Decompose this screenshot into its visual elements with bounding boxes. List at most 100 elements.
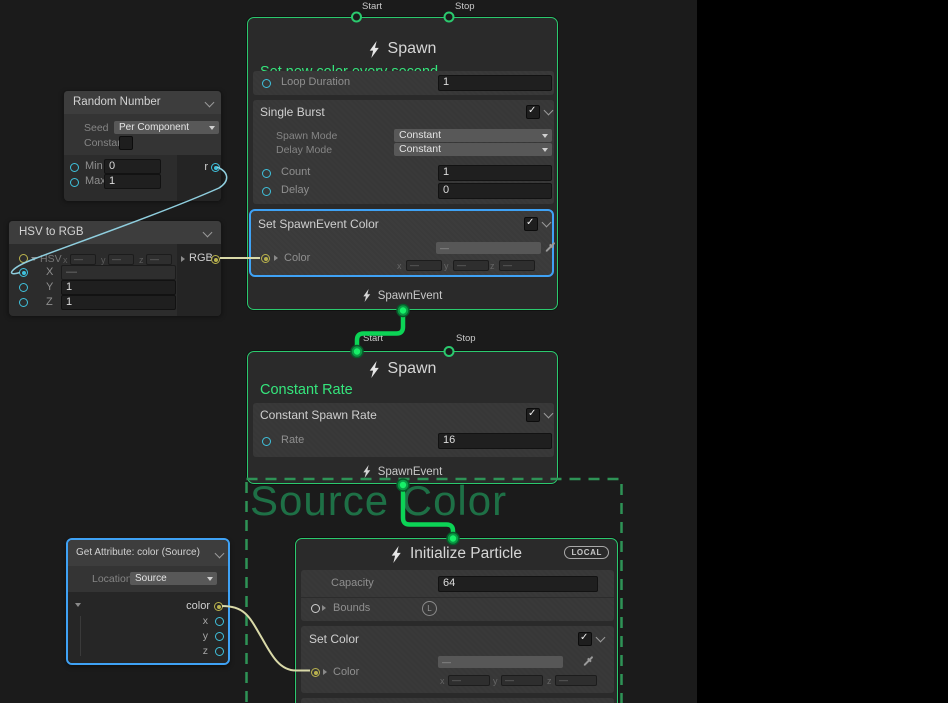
hsv-z-label: z [139,255,144,265]
loop-duration-port[interactable] [262,79,271,88]
expand-right-icon[interactable] [323,669,327,675]
y-output-port[interactable] [215,632,224,641]
expand-right-icon[interactable] [322,605,326,611]
location-value: Source [135,573,167,584]
expander-icon[interactable] [75,603,81,607]
x-component-field[interactable]: — [406,260,442,271]
eyedropper-icon[interactable] [582,655,594,667]
seed-dropdown[interactable]: Per Component [114,121,219,134]
x-component-label: x [440,676,445,686]
spawn-context-1[interactable]: Spawn Set new color every second Loop Du… [247,17,558,310]
location-label: Location [92,573,132,585]
z-input[interactable]: 1 [61,295,176,310]
chevron-down-icon[interactable] [205,98,215,108]
chevron-down-icon[interactable] [544,409,554,419]
z-input-port[interactable] [19,298,28,307]
node-body: RGB HSV x — y — z — X — Y 1 Z 1 [9,244,221,316]
z-component-field[interactable]: — [555,675,597,686]
capacity-input[interactable]: 64 [438,576,598,592]
rgb-output-port[interactable] [211,255,220,264]
hsv-y-field[interactable]: — [108,254,134,265]
node-title: HSV to RGB [19,221,84,244]
max-port[interactable] [70,178,79,187]
edge-spawnevent-to-start [357,311,403,352]
chevron-down-icon[interactable] [215,549,225,559]
chevron-down-icon[interactable] [596,633,606,643]
chevron-down-icon[interactable] [203,228,213,238]
x-input-port[interactable] [19,268,28,277]
color-swatch-bar[interactable]: — [436,242,541,254]
delay-input[interactable]: 0 [438,183,552,199]
color-output-port[interactable] [214,602,223,611]
node-title-row[interactable]: Spawn [248,40,557,58]
single-burst-enabled-checkbox[interactable] [526,105,540,119]
expander-icon[interactable] [31,257,37,261]
loop-duration-label: Loop Duration [281,76,350,88]
expand-right-icon[interactable] [181,256,185,262]
set-spawnevent-color-block[interactable]: Set SpawnEvent Color Color — x — y — z — [249,209,554,277]
get-attribute-node[interactable]: Get Attribute: color (Source) Location S… [66,538,230,665]
z-component-label: z [490,261,495,271]
y-input[interactable]: 1 [61,280,176,295]
x-input[interactable]: — [61,265,176,280]
spawn-mode-dropdown[interactable]: Constant [394,129,552,142]
constant-checkbox[interactable] [119,136,133,150]
node-subtitle[interactable]: Constant Rate [260,382,353,398]
chevron-down-icon[interactable] [542,218,552,228]
y-component-field[interactable]: — [453,260,489,271]
set-color-block[interactable]: Set Color Color — x — y — z — [301,626,614,693]
chevron-down-icon[interactable] [544,106,554,116]
spawn-mode-label: Spawn Mode [276,130,337,142]
delay-port[interactable] [262,187,271,196]
bounds-port[interactable] [311,604,320,613]
random-number-node[interactable]: Random Number Seed Per Component Constan… [63,90,222,200]
loop-duration-input[interactable]: 1 [438,75,552,91]
node-header[interactable]: Random Number [64,91,221,114]
color-swatch-bar[interactable]: — [438,656,563,668]
set-spawnevent-color-enabled-checkbox[interactable] [524,217,538,231]
y-component-field[interactable]: — [501,675,543,686]
constant-spawn-rate-block[interactable]: Constant Spawn Rate Rate 16 [253,403,554,457]
rate-port[interactable] [262,437,271,446]
single-burst-block[interactable]: Single Burst Spawn Mode Constant Delay M… [253,100,554,204]
expand-right-icon[interactable] [274,255,278,261]
loop-duration-row: Loop Duration 1 [253,71,554,95]
delay-label: Delay [281,184,309,196]
z-output-port[interactable] [215,647,224,656]
divider [301,597,614,598]
color-port[interactable] [261,254,270,263]
x-output-port[interactable] [215,617,224,626]
constant-spawn-rate-enabled-checkbox[interactable] [526,408,540,422]
y-input-port[interactable] [19,283,28,292]
location-dropdown[interactable]: Source [130,572,217,585]
max-label: Max [85,175,106,187]
node-title-row[interactable]: Spawn [248,360,557,378]
x-component-field[interactable]: — [448,675,490,686]
hsv-z-field[interactable]: — [146,254,172,265]
min-port[interactable] [70,163,79,172]
hsv-x-field[interactable]: — [70,254,96,265]
graph-canvas[interactable]: Source Color Start Stop Start Stop Spawn… [0,0,697,703]
spawn-context-2[interactable]: Spawn Constant Rate Constant Spawn Rate … [247,351,558,484]
group-title-source-color[interactable]: Source Color [250,477,507,525]
node-header[interactable]: HSV to RGB [9,221,221,244]
z-component-field[interactable]: — [499,260,535,271]
initialize-particle-context[interactable]: Initialize Particle LOCAL Capacity 64 Bo… [295,538,618,703]
min-input[interactable]: 0 [104,159,161,174]
flow-start-label: Start [362,1,382,12]
hsv-to-rgb-node[interactable]: HSV to RGB RGB HSV x — y — z — X — Y 1 [8,220,222,315]
rate-input[interactable]: 16 [438,433,552,449]
local-space-badge[interactable]: LOCAL [564,546,609,559]
y-component-label: y [493,676,498,686]
delay-mode-dropdown[interactable]: Constant [394,143,552,156]
count-input[interactable]: 1 [438,165,552,181]
set-color-enabled-checkbox[interactable] [578,632,592,646]
set-spawnevent-color-title: Set SpawnEvent Color [258,217,379,231]
max-input[interactable]: 1 [104,174,161,189]
r-output-port[interactable] [211,163,220,172]
color-port[interactable] [311,668,320,677]
hsv-port[interactable] [19,254,28,263]
eyedropper-icon[interactable] [544,241,556,253]
count-port[interactable] [262,169,271,178]
node-header[interactable]: Get Attribute: color (Source) [68,540,228,566]
